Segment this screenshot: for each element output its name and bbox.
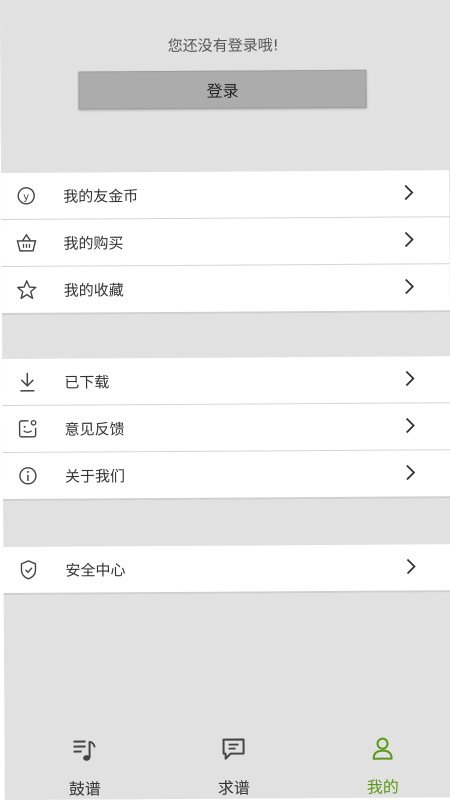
- menu-group-account: y 我的友金币 我的购买 我的收藏: [1, 170, 450, 315]
- login-hint-text: 您还没有登录哦!: [167, 36, 279, 55]
- menu-item-label: 我的购买: [63, 233, 124, 253]
- chevron-right-icon: [406, 464, 416, 481]
- tab-requests[interactable]: 求谱: [184, 736, 284, 799]
- shield-icon: [16, 558, 40, 582]
- message-icon: [222, 738, 245, 760]
- menu-item-label: 我的友金币: [63, 186, 139, 206]
- chevron-right-icon: [406, 558, 416, 575]
- coin-icon: y: [14, 184, 38, 208]
- menu-item-label: 意见反馈: [64, 419, 125, 439]
- menu-item-purchases[interactable]: 我的购买: [1, 217, 450, 267]
- score-icon: [73, 740, 96, 761]
- menu-item-label: 已下载: [64, 372, 110, 392]
- menu-item-security-center[interactable]: 安全中心: [3, 544, 450, 595]
- chevron-right-icon: [405, 370, 415, 387]
- menu-group-general: 已下载 意见反馈 关于我们: [2, 356, 450, 501]
- menu-group-security: 安全中心: [3, 544, 450, 595]
- chevron-right-icon: [405, 278, 415, 295]
- tab-label: 我的: [366, 777, 399, 797]
- chevron-right-icon: [405, 417, 415, 434]
- login-button[interactable]: 登录: [78, 69, 367, 110]
- feedback-icon: [16, 417, 40, 441]
- user-icon: [372, 737, 393, 760]
- profile-header: 您还没有登录哦! 登录: [0, 0, 448, 172]
- menu-item-favorites[interactable]: 我的收藏: [1, 264, 450, 315]
- menu-item-coins[interactable]: y 我的友金币: [1, 170, 450, 220]
- star-icon: [15, 278, 39, 302]
- tab-label: 鼓谱: [68, 779, 101, 799]
- menu-item-label: 安全中心: [65, 560, 126, 580]
- chevron-right-icon: [404, 231, 414, 248]
- menu-item-label: 关于我们: [64, 466, 125, 486]
- download-icon: [15, 370, 39, 394]
- basket-icon: [14, 231, 38, 255]
- tab-scores[interactable]: 鼓谱: [35, 737, 135, 800]
- menu-item-about[interactable]: 关于我们: [2, 450, 450, 501]
- bottom-tab-bar: 鼓谱 求谱 我的: [4, 727, 450, 800]
- chevron-right-icon: [404, 184, 414, 201]
- info-icon: [16, 464, 40, 488]
- menu-item-label: 我的收藏: [63, 280, 124, 300]
- tab-mine[interactable]: 我的: [333, 735, 433, 798]
- profile-screen: 您还没有登录哦! 登录 y 我的友金币 我的购买 我的收藏 已下载 意见反馈 关…: [0, 0, 450, 800]
- svg-text:y: y: [23, 192, 29, 203]
- menu-item-downloaded[interactable]: 已下载: [2, 356, 450, 406]
- tab-label: 求谱: [217, 778, 250, 798]
- menu-item-feedback[interactable]: 意见反馈: [2, 403, 450, 453]
